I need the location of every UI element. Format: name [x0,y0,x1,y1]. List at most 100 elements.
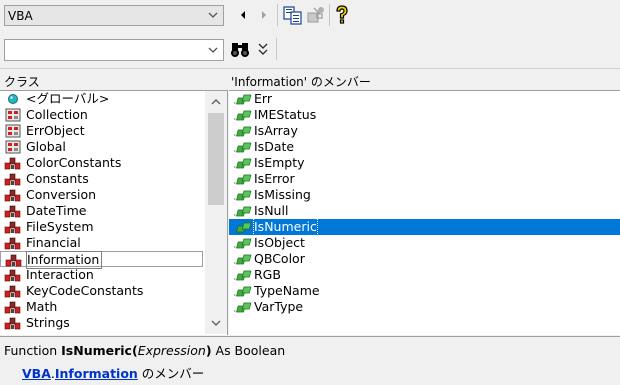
member-of-suffix: のメンバー [137,366,205,381]
toolbar-bottom-divider [0,68,620,69]
search-combobox[interactable] [4,39,224,61]
member-list-item[interactable]: IsArray [229,123,620,139]
search-input[interactable] [5,40,201,60]
class-label: Interaction [26,267,94,282]
method-icon [233,91,255,107]
class-label: ErrObject [26,123,85,138]
class-list-item[interactable]: FileSystem [0,219,204,235]
back-button[interactable] [234,6,252,24]
class-list-item[interactable]: Constants [0,171,204,187]
classes-pane-title: クラス [4,75,40,89]
method-icon [233,251,255,267]
help-icon [336,5,348,24]
method-icon [233,107,255,123]
member-signature: Function IsNumeric(Expression) As Boolea… [4,343,285,358]
scroll-thumb[interactable] [208,113,224,205]
classes-pane: <グローバル> Collection ErrObject Global ColorCon… [0,90,228,335]
member-label: IsDate [254,139,295,154]
library-link[interactable]: VBA [22,366,51,381]
class-list-item[interactable]: Financial [0,235,204,251]
member-label: IsArray [254,123,298,138]
member-label: RGB [254,267,281,282]
member-label: IsError [254,171,295,186]
class-icon [4,139,22,155]
method-icon [233,299,255,315]
member-list-item[interactable]: IsNumeric [229,218,620,236]
class-list-item[interactable]: Collection [0,107,204,123]
member-list-item[interactable]: TypeName [229,283,620,299]
class-icon [4,123,22,139]
class-list-item[interactable]: <グローバル> [0,91,204,107]
member-label: IsEmpty [254,155,305,170]
module-icon [4,219,22,235]
class-list-item[interactable]: ColorConstants [0,155,204,171]
class-list-item[interactable]: DateTime [0,203,204,219]
class-label: KeyCodeConstants [26,283,144,298]
object-browser: VBA クラス 'Information' のメンバー <グローバル> Coll… [0,0,620,385]
class-label: Conversion [26,187,97,202]
library-dropdown[interactable]: VBA [4,5,224,26]
class-label: <グローバル> [26,91,110,106]
details-pane: Function IsNumeric(Expression) As Boolea… [0,336,620,385]
copy-button[interactable] [283,5,303,25]
members-list[interactable]: Err IMEStatus IsArray IsDate IsEmpty IsError I… [229,91,620,315]
member-list-item[interactable]: IsError [229,171,620,187]
class-list-item[interactable]: KeyCodeConstants [0,283,204,299]
method-icon [233,219,255,235]
member-label: IsNumeric [253,218,318,236]
member-list-item[interactable]: IsObject [229,235,620,251]
scroll-down-button[interactable] [205,314,227,332]
module-icon [4,299,22,315]
class-list-item[interactable]: Conversion [0,187,204,203]
chevron-down-icon [208,12,218,18]
class-list-item[interactable]: Interaction [0,267,204,283]
class-list-item[interactable]: Strings [0,315,204,331]
library-value: VBA [8,9,33,23]
class-label: Collection [26,107,88,122]
class-label: Global [26,139,66,154]
view-definition-button[interactable] [306,5,326,25]
search-button[interactable] [230,40,250,58]
module-icon [4,315,22,331]
method-icon [233,187,255,203]
class-label: Information [25,251,103,269]
class-list-item[interactable]: Information [0,251,203,269]
member-list-item[interactable]: VarType [229,299,620,315]
module-icon [4,267,22,283]
member-list-item[interactable]: IsNull [229,203,620,219]
class-link[interactable]: Information [55,366,138,381]
signature-name: IsNumeric( [61,343,138,358]
class-icon [4,107,22,123]
members-pane: Err IMEStatus IsArray IsDate IsEmpty IsError I… [229,90,620,335]
member-list-item[interactable]: IMEStatus [229,107,620,123]
class-label: Strings [26,315,70,330]
forward-button[interactable] [255,6,273,24]
member-list-item[interactable]: IsMissing [229,187,620,203]
member-label: IsObject [254,235,305,250]
signature-suffix: As Boolean [211,343,286,358]
class-list-item[interactable]: Math [0,299,204,315]
show-search-results-button[interactable] [255,40,271,58]
class-label: DateTime [26,203,87,218]
classes-scrollbar[interactable] [205,91,227,334]
member-list-item[interactable]: IsEmpty [229,155,620,171]
help-button[interactable] [333,5,351,25]
class-list-item[interactable]: ErrObject [0,123,204,139]
member-list-item[interactable]: Err [229,91,620,107]
member-list-item[interactable]: IsDate [229,139,620,155]
signature-prefix: Function [4,343,62,358]
class-label: Constants [26,171,89,186]
member-list-item[interactable]: QBColor [229,251,620,267]
module-icon [4,203,22,219]
arrow-left-icon [241,11,245,19]
class-list-item[interactable]: Global [0,139,204,155]
member-label: VarType [254,299,304,314]
module-icon [4,171,22,187]
chevron-up-icon [211,99,221,105]
toolbar-divider [276,38,277,60]
chevron-down-icon [208,47,218,53]
classes-list[interactable]: <グローバル> Collection ErrObject Global ColorCon… [0,91,204,334]
double-chevron-down-icon [258,43,268,55]
member-list-item[interactable]: RGB [229,267,620,283]
scroll-up-button[interactable] [205,93,227,111]
